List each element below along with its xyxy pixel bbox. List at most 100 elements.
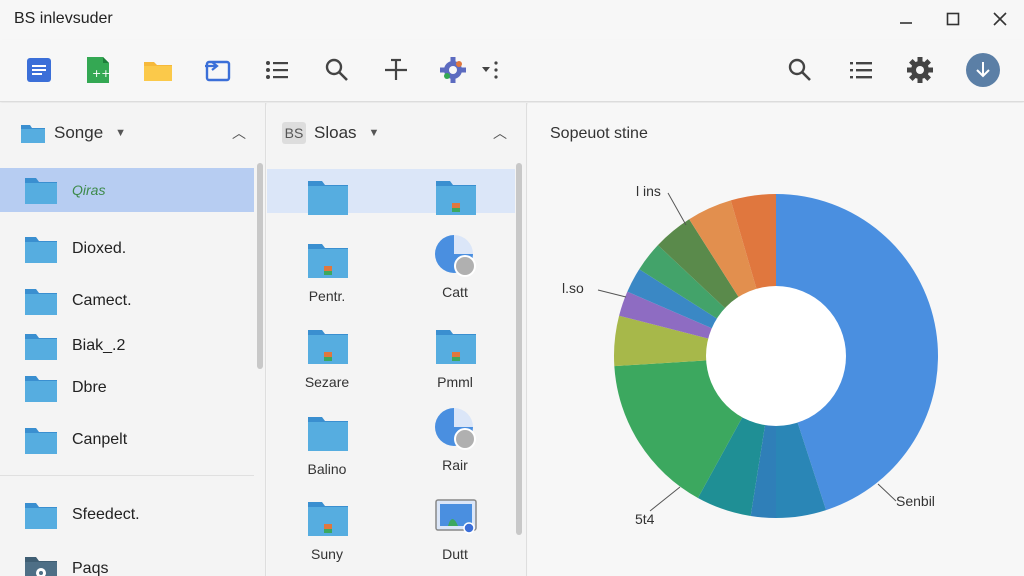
sidebar-item[interactable]: Sfeedect.	[0, 493, 254, 537]
split-icon	[385, 58, 407, 80]
file-item[interactable]: Catt	[410, 234, 500, 314]
donut-chart	[597, 192, 938, 518]
sidebar-item[interactable]: Biak_.2	[0, 324, 254, 368]
sidebar-item[interactable]: Qiras	[0, 168, 254, 212]
file-item-label: Pmml	[437, 374, 473, 390]
grid-badge: BS	[282, 122, 306, 144]
settings-menu-button[interactable]	[438, 52, 498, 88]
leader-line	[597, 289, 627, 298]
document-icon	[27, 58, 51, 82]
sidebar-header-label: Songe	[54, 123, 104, 142]
import-icon	[205, 60, 231, 82]
file-item[interactable]: Rair	[410, 407, 500, 487]
maximize-button[interactable]	[938, 6, 968, 32]
folder-icon	[144, 62, 172, 81]
folder-button[interactable]	[140, 52, 176, 88]
sidebar-item[interactable]: Dbre	[0, 366, 254, 410]
grid-header[interactable]: BS Sloas ▼	[282, 117, 379, 149]
chevron-up-icon[interactable]: ︿	[493, 123, 507, 143]
settings-button[interactable]	[902, 52, 938, 88]
file-item[interactable]: Pmml	[410, 324, 500, 404]
search-icon	[325, 58, 348, 81]
search-button-right[interactable]	[782, 52, 818, 88]
folder-icon	[25, 334, 57, 360]
folder-icon	[25, 237, 57, 263]
chevron-down-icon: ▼	[115, 127, 127, 139]
folder-icon	[436, 330, 476, 364]
avatar-icon	[966, 53, 1000, 87]
folder-icon	[308, 181, 348, 215]
file-item[interactable]: Suny	[282, 496, 372, 576]
sidebar-item-label: Paqs	[72, 560, 109, 576]
sidebar-item[interactable]: Canpelt	[0, 418, 254, 462]
folder-icon	[308, 244, 348, 278]
file-item-label: Pentr.	[308, 288, 346, 304]
spreadsheet-icon: ++	[87, 57, 110, 83]
file-item-label: Balino	[307, 461, 347, 477]
list-button-right[interactable]	[843, 52, 879, 88]
docs-button[interactable]	[21, 52, 57, 88]
chevron-up-icon[interactable]: ︿	[232, 123, 246, 143]
folder-icon	[25, 289, 57, 315]
account-button[interactable]	[965, 52, 1001, 88]
file-grid-panel: BS Sloas ▼ ︿ Pentr. Catt Sezare Pmml Bal…	[267, 103, 527, 576]
folder-icon	[25, 503, 57, 529]
window-title: BS inlevsuder	[14, 10, 113, 27]
close-icon	[993, 12, 1007, 26]
pie-chart-file-icon	[435, 408, 476, 450]
chart-annotation: 5t4	[635, 511, 655, 527]
folder-icon	[436, 181, 476, 215]
grid-header-label: Sloas	[314, 123, 357, 142]
file-item-label: Rair	[442, 457, 468, 473]
pie-chart-file-icon	[435, 235, 476, 277]
close-button[interactable]	[985, 6, 1015, 32]
file-item[interactable]: Dutt	[410, 496, 500, 576]
chart-annotation: l ins	[636, 183, 661, 199]
sidebar-item[interactable]: Dioxed.	[0, 227, 254, 271]
sidebar-item-label: Sfeedect.	[72, 506, 140, 523]
sidebar-item[interactable]: Camect.	[0, 279, 254, 323]
search-button[interactable]	[319, 52, 355, 88]
file-item-label: Catt	[442, 284, 468, 300]
sidebar-header[interactable]: Songe ▼	[20, 117, 126, 149]
image-file-icon	[435, 499, 477, 534]
list-view-button[interactable]	[259, 52, 295, 88]
sidebar-item[interactable]: Paqs	[0, 547, 254, 576]
leader-line	[667, 192, 687, 226]
list-icon	[850, 62, 872, 79]
leader-line	[649, 486, 681, 512]
folder-icon	[25, 178, 57, 204]
folder-icon	[308, 417, 348, 451]
file-item-label: Dutt	[442, 546, 468, 562]
file-item[interactable]: Sezare	[282, 324, 372, 404]
file-item[interactable]: Pentr.	[282, 238, 372, 318]
leader-line	[877, 483, 897, 502]
file-item-label: Sezare	[304, 374, 350, 390]
gear-icon	[440, 57, 498, 83]
settings-folder-icon	[25, 557, 57, 576]
sidebar-divider	[0, 475, 254, 476]
file-item[interactable]: Balino	[282, 411, 372, 491]
import-button[interactable]	[200, 52, 236, 88]
minimize-button[interactable]	[891, 6, 921, 32]
split-button[interactable]	[378, 52, 414, 88]
maximize-icon	[946, 12, 960, 26]
sidebar-item-label: Qiras	[72, 182, 106, 198]
donut-hole	[706, 286, 846, 426]
sheets-button[interactable]: ++	[80, 52, 116, 88]
folder-icon	[21, 125, 45, 143]
folder-icon	[25, 376, 57, 402]
grid-scrollbar[interactable]	[516, 163, 522, 535]
list-icon	[266, 61, 288, 79]
svg-text:++: ++	[92, 67, 110, 80]
search-icon	[788, 58, 811, 81]
sidebar-item-label: Canpelt	[72, 431, 128, 448]
folder-icon	[308, 330, 348, 364]
sidebar-scrollbar[interactable]	[257, 163, 263, 369]
folder-icon	[308, 502, 348, 536]
title-bar: BS inlevsuder	[0, 0, 1024, 40]
gear-icon	[907, 57, 933, 83]
sidebar-item-label: Dioxed.	[72, 240, 127, 257]
sidebar-item-label: Biak_.2	[72, 337, 126, 354]
sidebar-item-label: Dbre	[72, 379, 107, 396]
